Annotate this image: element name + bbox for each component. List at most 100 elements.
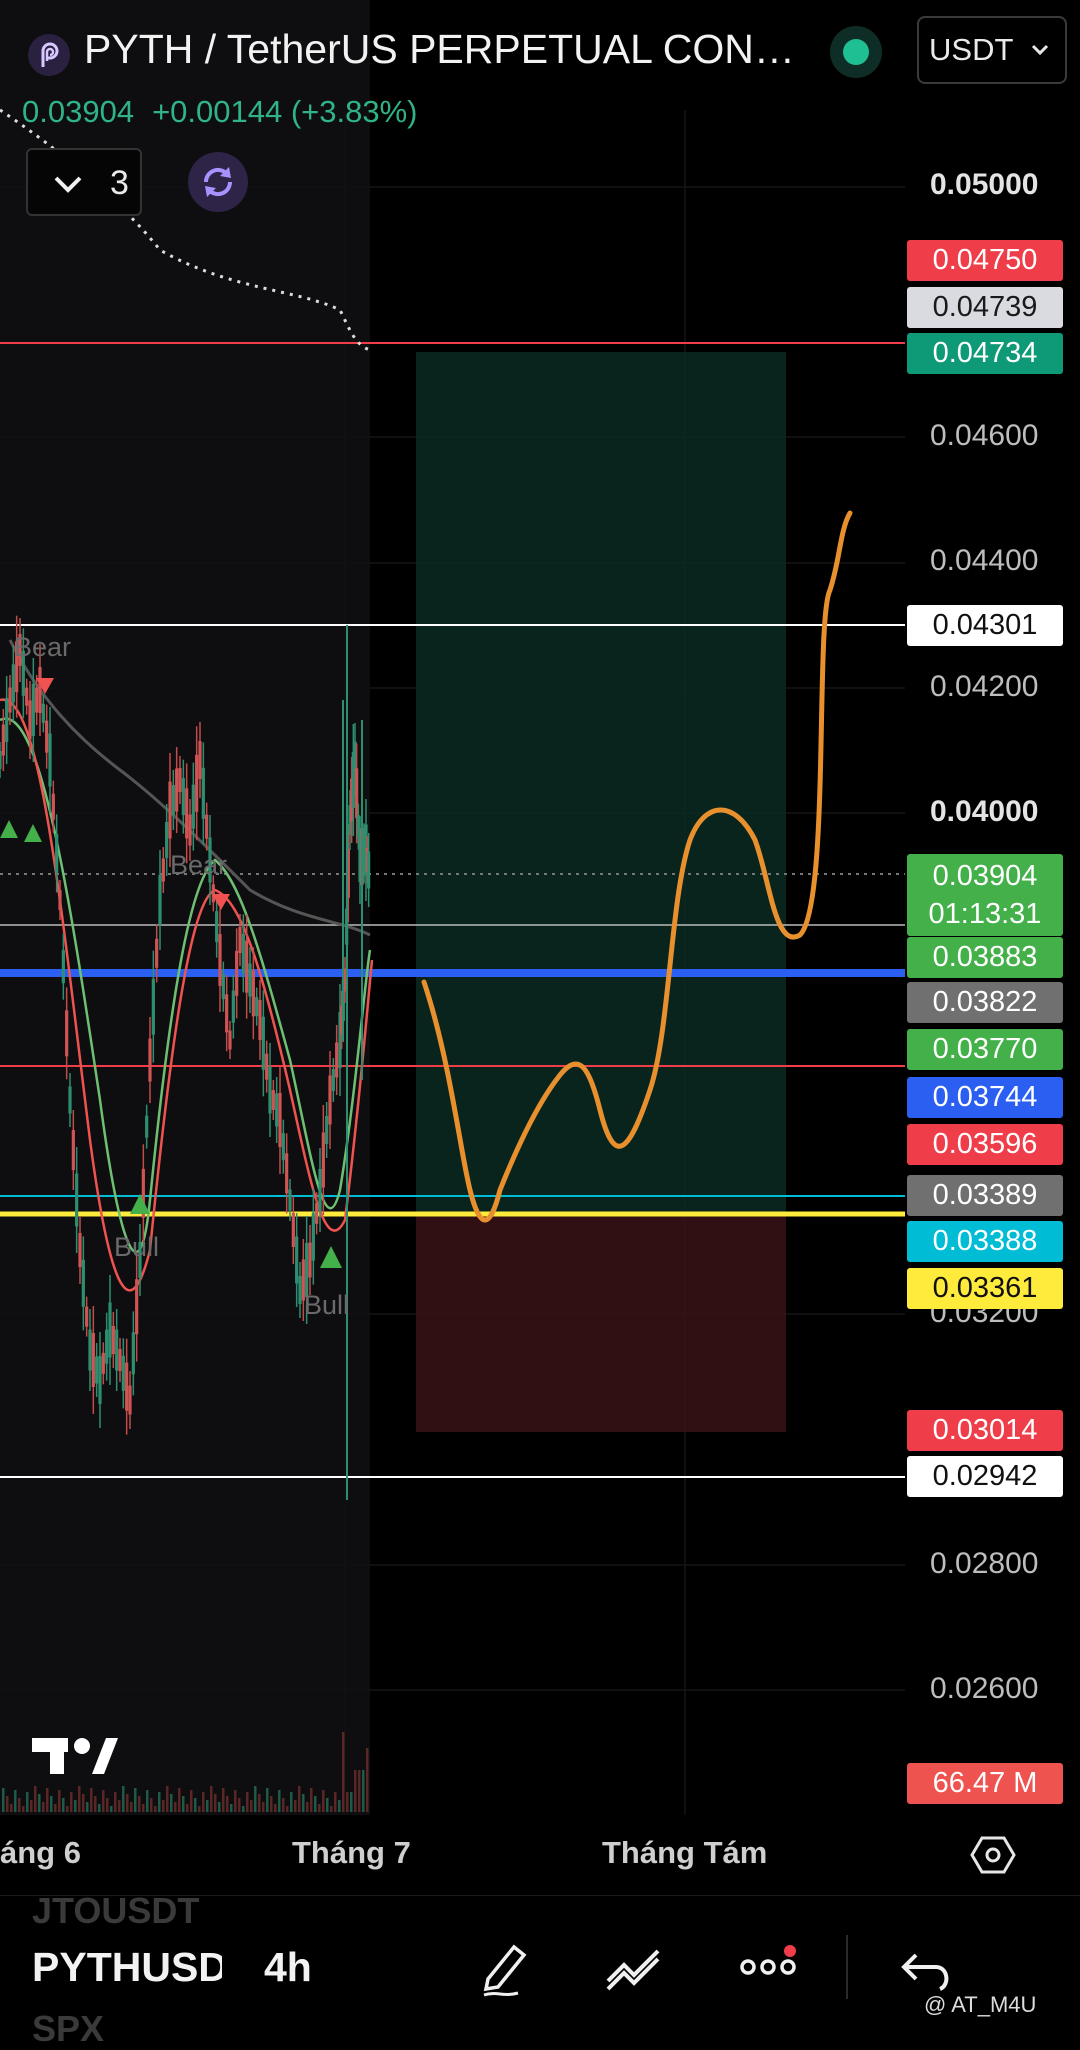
volume-bar	[142, 1804, 145, 1812]
currency-select[interactable]: USDT	[917, 16, 1067, 84]
candle-body	[151, 978, 155, 1035]
candle-body	[148, 1038, 152, 1082]
candle-body	[305, 1243, 309, 1297]
candle-body	[205, 814, 209, 839]
volume-bar	[258, 1794, 261, 1812]
volume-bar	[314, 1796, 317, 1812]
candle-body	[75, 1173, 79, 1227]
price-tag: 0.03822	[907, 982, 1063, 1023]
candle-body	[101, 1352, 105, 1374]
symbol-title[interactable]: PYTH / TetherUS PERPETUAL CON…	[84, 26, 795, 73]
candle-body	[121, 1355, 125, 1391]
volume-bar	[182, 1796, 185, 1812]
candle-body	[231, 990, 235, 1023]
candle-body	[281, 1133, 285, 1161]
indicators-toggle[interactable]: 3	[26, 148, 142, 216]
candle-body	[188, 814, 192, 846]
settings-icon[interactable]	[970, 1832, 1016, 1878]
draw-pen-icon[interactable]	[474, 1935, 538, 1999]
volume-bar	[242, 1806, 245, 1812]
volume-bar	[350, 1792, 353, 1812]
candle-body	[288, 1189, 292, 1211]
price-axis-label: 0.04200	[930, 670, 1039, 703]
volume-bar	[294, 1800, 297, 1812]
time-axis-label: áng 6	[0, 1835, 81, 1870]
volume-bar	[194, 1798, 197, 1812]
candle-body	[291, 1213, 295, 1247]
candle-body	[31, 684, 35, 736]
candle-body	[211, 884, 215, 903]
candle-body	[158, 875, 162, 925]
volume-bar	[62, 1798, 65, 1812]
candle-body	[311, 1212, 315, 1261]
price-axis-label: 0.04600	[930, 419, 1039, 452]
trend-line-icon[interactable]	[602, 1935, 666, 1999]
candle-body	[235, 950, 239, 996]
volume-bar	[178, 1788, 181, 1812]
pyth-logo-icon[interactable]	[28, 34, 70, 76]
volume-bar	[102, 1790, 105, 1812]
candle-body	[128, 1385, 132, 1415]
candle-body	[241, 933, 245, 973]
volume-bar	[302, 1794, 305, 1812]
volume-bar	[26, 1792, 29, 1812]
volume-bar	[126, 1794, 129, 1812]
volume-bar	[330, 1806, 333, 1812]
price-tag-value: 0.02942	[932, 1460, 1038, 1492]
volume-bar	[74, 1800, 77, 1812]
price-axis-label: 0.04400	[930, 544, 1039, 577]
last-price: 0.03904	[22, 94, 135, 129]
price-tag: 0.03744	[907, 1077, 1063, 1118]
symbol-button[interactable]: PYTHUSDT	[32, 1944, 222, 1991]
candle-body	[95, 1356, 99, 1384]
price-axis-label: 0.05000	[930, 168, 1039, 201]
volume-bar	[354, 1770, 357, 1812]
volume-bar	[362, 1770, 365, 1812]
volume-bar	[250, 1800, 253, 1812]
candle-body	[161, 858, 165, 882]
volume-bar	[38, 1794, 41, 1812]
volume-bar	[162, 1800, 165, 1812]
candle-body	[45, 720, 49, 753]
volume-bar	[266, 1788, 269, 1812]
price-tag: 66.47 M	[907, 1763, 1063, 1804]
candle-body	[165, 822, 169, 858]
price-tag: 0.04734	[907, 333, 1063, 374]
candle-body	[315, 1202, 319, 1224]
candle-body	[335, 1042, 339, 1078]
candle-body	[5, 698, 9, 742]
candle-body	[155, 938, 159, 968]
price-tag: 0.03770	[907, 1029, 1063, 1070]
bear-label: Bear	[14, 632, 72, 662]
price-tag: 0.03014	[907, 1410, 1063, 1451]
volume-bar	[254, 1786, 257, 1812]
candle-body	[55, 833, 59, 873]
volume-bar	[94, 1796, 97, 1812]
volume-bar	[290, 1792, 293, 1812]
candle-body	[115, 1329, 119, 1371]
candle-body	[295, 1236, 299, 1284]
volume-bar	[130, 1802, 133, 1812]
symbol-list-prev[interactable]: JTOUSDT	[32, 1890, 199, 1932]
bear-label: Bear	[170, 850, 228, 880]
symbol-list-next[interactable]: SPX	[32, 2008, 104, 2050]
price-tag-value: 0.03904	[932, 860, 1038, 892]
volume-bar	[202, 1792, 205, 1812]
candle-body	[228, 1030, 232, 1050]
volume-bar	[306, 1802, 309, 1812]
refresh-icon	[203, 167, 233, 197]
more-icon[interactable]	[736, 1935, 800, 1999]
volume-bar	[190, 1790, 193, 1812]
price-axis-label: 0.02600	[930, 1672, 1039, 1705]
volume-bar	[2, 1788, 5, 1812]
volume-bar	[150, 1798, 153, 1812]
volume-bar	[342, 1732, 345, 1812]
history-shade	[0, 0, 370, 1815]
quote-line: 0.03904 +0.00144 (+3.83%)	[22, 94, 436, 130]
undo-icon[interactable]	[896, 1935, 960, 1999]
interval-button[interactable]: 4h	[264, 1944, 312, 1991]
volume-bar	[186, 1804, 189, 1812]
refresh-button[interactable]	[188, 152, 248, 212]
price-tag-value: 0.03014	[932, 1414, 1038, 1446]
candle-body	[308, 1242, 312, 1278]
